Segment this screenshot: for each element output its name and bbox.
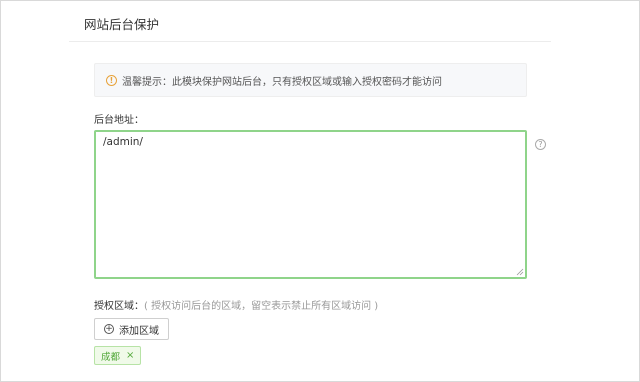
admin-address-textarea[interactable]: /admin/ — [94, 130, 527, 279]
warning-icon: ! — [106, 74, 117, 86]
close-icon[interactable]: × — [126, 350, 134, 361]
add-region-button[interactable]: + 添加区域 — [94, 318, 169, 340]
admin-address-value: /admin/ — [103, 136, 143, 148]
resize-grip-icon[interactable] — [516, 268, 524, 276]
region-tag: 成都 × — [94, 346, 142, 365]
plus-circle-icon: + — [104, 324, 114, 334]
authorized-regions-label: 授权区域： — [94, 301, 144, 312]
page-title: 网站后台保护 — [84, 17, 160, 32]
admin-address-label: 后台地址： — [94, 115, 144, 126]
region-tag-label: 成都 — [101, 351, 121, 363]
notice-text: 温馨提示：此模块保护网站后台，只有授权区域或输入授权密码才能访问 — [122, 76, 442, 88]
title-divider — [69, 41, 551, 42]
add-region-button-label: 添加区域 — [119, 325, 159, 337]
authorized-regions-hint: ( 授权访问后台的区域，留空表示禁止所有区域访问 ) — [144, 301, 379, 312]
page-frame: 网站后台保护 ! 温馨提示：此模块保护网站后台，只有授权区域或输入授权密码才能访… — [0, 0, 640, 382]
help-icon[interactable]: ? — [535, 139, 546, 150]
authorized-regions-row: 授权区域：( 授权访问后台的区域，留空表示禁止所有区域访问 ) — [94, 297, 378, 312]
notice-banner: ! 温馨提示：此模块保护网站后台，只有授权区域或输入授权密码才能访问 — [94, 63, 527, 97]
